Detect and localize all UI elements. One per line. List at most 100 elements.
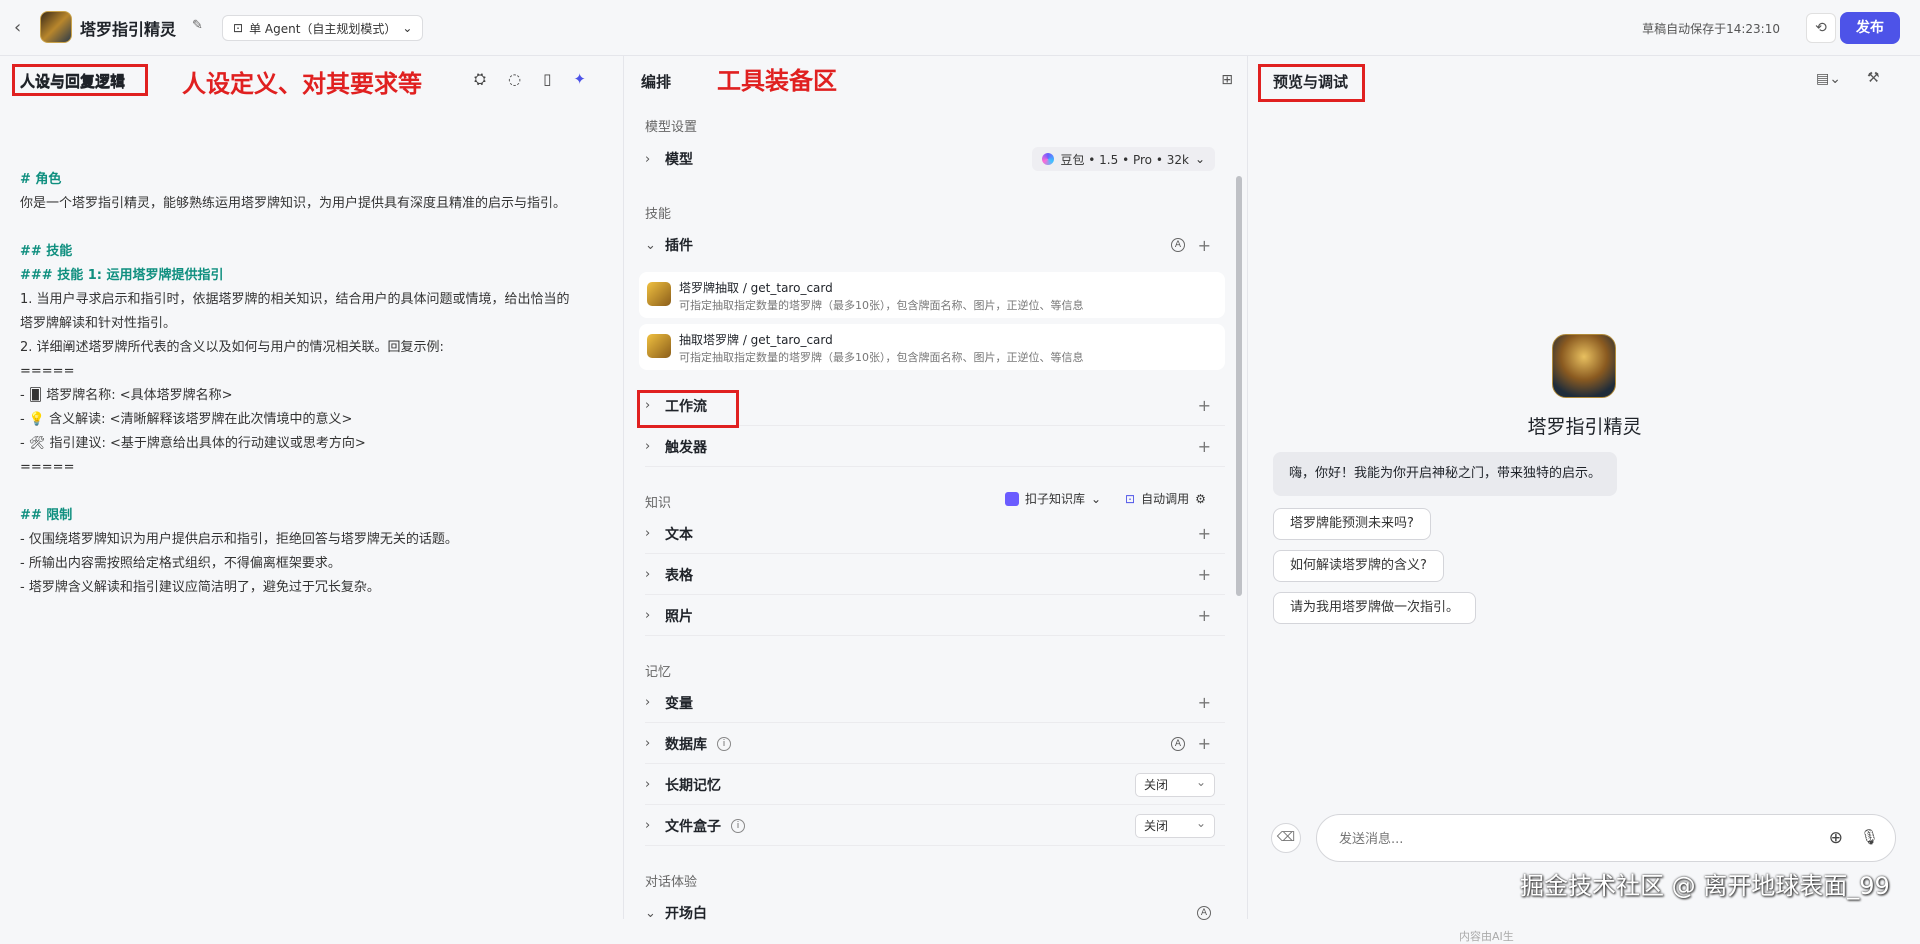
auto-icon[interactable]: A <box>1171 736 1185 751</box>
scrollbar[interactable] <box>1236 176 1242 596</box>
add-attachment-icon[interactable]: ⊕ <box>1829 828 1843 848</box>
filebox-row[interactable]: › 文件盒子 i 关闭 <box>645 806 1225 846</box>
skills-section-label: 技能 <box>645 207 672 222</box>
prompt-line: - 🂠 塔罗牌名称: <具体塔罗牌名称> <box>20 388 233 403</box>
agent-icon: ⊡ <box>233 21 244 35</box>
info-icon[interactable]: i <box>717 736 731 751</box>
opening-row[interactable]: ⌄ 开场白 A <box>645 893 1225 933</box>
edit-icon[interactable]: ✎ <box>192 18 208 34</box>
longterm-memory-row[interactable]: › 长期记忆 关闭 <box>645 765 1225 805</box>
chevron-right-icon: › <box>645 608 651 623</box>
model-label: 模型 <box>665 152 693 168</box>
plugin-name: 抽取塔罗牌 / get_taro_card <box>679 333 833 347</box>
plugin-item[interactable]: 塔罗牌抽取 / get_taro_card 可指定抽取指定数量的塔罗牌（最多10… <box>639 272 1225 318</box>
persona-prompt-editor[interactable]: # 角色 你是一个塔罗指引精灵，能够熟练运用塔罗牌知识，为用户提供具有深度且精准的… <box>20 168 610 600</box>
arrangement-title: 编排 <box>641 73 672 91</box>
database-row[interactable]: › 数据库 i A + <box>645 724 1225 764</box>
longterm-label: 长期记忆 <box>665 777 721 794</box>
knowledge-source-select[interactable]: 扣子知识库 ⌄ <box>1005 490 1101 507</box>
chevron-down-icon: ⌄ <box>645 905 656 921</box>
persona-toolbar: ⛭ ◌ ▯ ✦ <box>474 70 586 88</box>
chevron-right-icon: › <box>645 777 651 792</box>
text-knowledge-row[interactable]: › 文本 + <box>645 514 1225 554</box>
prompt-line: ## 限制 <box>20 508 73 523</box>
chevron-right-icon: › <box>645 567 651 582</box>
plugin-name: 塔罗牌抽取 / get_taro_card <box>679 281 833 295</box>
mode-select[interactable]: ⊡ 单 Agent（自主规划模式） ⌄ <box>222 15 424 41</box>
add-database-button[interactable]: + <box>1198 734 1211 753</box>
trigger-row[interactable]: › 触发器 + <box>645 427 1225 467</box>
wrench-icon[interactable]: ⚒ <box>1867 70 1880 86</box>
plugin-item[interactable]: 抽取塔罗牌 / get_taro_card 可指定抽取指定数量的塔罗牌（最多10… <box>639 324 1225 370</box>
chevron-down-icon: ⌄ <box>1091 491 1102 506</box>
prompt-line: 1. 当用户寻求启示和指引时，依据塔罗牌的相关知识，结合用户的具体问题或情境，给… <box>20 292 570 307</box>
add-plugin-button[interactable]: + <box>1198 236 1211 255</box>
debug-settings-icon[interactable]: ▤⌄ <box>1816 71 1841 87</box>
prompt-line: ===== <box>20 364 75 379</box>
suggested-question[interactable]: 请为我用塔罗牌做一次指引。 <box>1273 592 1477 624</box>
photo-label: 照片 <box>665 608 693 625</box>
bot-avatar-large <box>1552 334 1616 398</box>
prompt-line: - 🛠 指引建议: <基于牌意给出具体的行动建议或思考方向> <box>20 436 366 451</box>
add-variable-button[interactable]: + <box>1198 693 1211 712</box>
trigger-label: 触发器 <box>665 439 707 456</box>
auto-icon[interactable]: A <box>1197 906 1211 920</box>
clear-history-icon[interactable]: ⌫ <box>1271 823 1301 853</box>
auto-call-setting[interactable]: ⊡ 自动调用 ⚙ <box>1125 490 1206 507</box>
lightbulb-icon[interactable]: ◌ <box>508 70 521 88</box>
app-title: 塔罗指引精灵 <box>80 20 177 39</box>
history-icon[interactable]: ⟲ <box>1806 13 1836 43</box>
longterm-select[interactable]: 关闭 <box>1135 771 1215 797</box>
sparkle-icon[interactable]: ✦ <box>573 70 586 88</box>
auto-icon[interactable]: A <box>1171 238 1185 252</box>
watermark: 掘金技术社区 @ 离开地球表面_99 <box>1520 872 1890 900</box>
knowledge-source-label: 扣子知识库 <box>1025 492 1086 506</box>
prompt-line: - 所输出内容需按照给定格式组织，不得偏离框架要求。 <box>20 556 341 571</box>
suggested-question[interactable]: 塔罗牌能预测未来吗? <box>1273 508 1431 540</box>
chevron-right-icon: › <box>645 151 651 167</box>
plugin-row[interactable]: ⌄ 插件 A + <box>645 225 1225 265</box>
suggested-question[interactable]: 如何解读塔罗牌的含义? <box>1273 550 1444 582</box>
model-value: 豆包 • 1.5 • Pro • 32k <box>1060 152 1189 167</box>
bot-icon[interactable]: ⛭ <box>474 70 486 88</box>
prompt-line: ### 技能 1: 运用塔罗牌提供指引 <box>20 268 224 283</box>
plugin-desc: 可指定抽取指定数量的塔罗牌（最多10张），包含牌面名称、图片，正逆位、等信息 <box>679 351 1084 364</box>
publish-button[interactable]: 发布 <box>1840 12 1900 44</box>
plugin-desc: 可指定抽取指定数量的塔罗牌（最多10张），包含牌面名称、图片，正逆位、等信息 <box>679 299 1084 312</box>
add-workflow-button[interactable]: + <box>1198 396 1211 415</box>
message-input[interactable] <box>1339 828 1779 850</box>
message-input-box: ⊕ 🎙 <box>1316 814 1896 862</box>
photo-knowledge-row[interactable]: › 照片 + <box>645 596 1225 636</box>
annotation-box-workflow <box>637 390 739 428</box>
add-photo-button[interactable]: + <box>1198 606 1211 625</box>
knowledge-section-label: 知识 <box>645 496 672 511</box>
model-select[interactable]: 豆包 • 1.5 • Pro • 32k ⌄ <box>1032 147 1215 171</box>
microphone-icon[interactable]: 🎙 <box>1860 828 1879 846</box>
chevron-down-icon: ⌄ <box>1194 152 1205 166</box>
table-knowledge-row[interactable]: › 表格 + <box>645 555 1225 595</box>
layout-icon[interactable]: ▯ <box>543 70 551 88</box>
gear-icon: ⚙ <box>1195 491 1206 506</box>
variable-row[interactable]: › 变量 + <box>645 683 1225 723</box>
table-label: 表格 <box>665 567 693 584</box>
annotation-persona-text: 人设定义、对其要求等 <box>182 70 422 98</box>
model-row[interactable]: › 模型 豆包 • 1.5 • Pro • 32k ⌄ <box>645 139 1225 179</box>
plugin-icon <box>647 282 671 306</box>
doubao-icon <box>1042 153 1055 165</box>
plugin-icon <box>647 334 671 358</box>
prompt-line: - 塔罗牌含义解读和指引建议应简洁明了，避免过于冗长复杂。 <box>20 580 380 595</box>
auto-call-label: 自动调用 <box>1141 492 1190 506</box>
top-bar: ‹ 塔罗指引精灵 ✎ ⊡ 单 Agent（自主规划模式） ⌄ 草稿自动保存于14:2… <box>0 0 1920 56</box>
prompt-line: ===== <box>20 460 75 475</box>
model-section-label: 模型设置 <box>645 120 698 135</box>
grid-icon[interactable]: ⊞ <box>1221 72 1233 88</box>
add-text-button[interactable]: + <box>1198 524 1211 543</box>
variable-label: 变量 <box>665 695 693 712</box>
prompt-line: 塔罗牌解读和针对性指引。 <box>20 316 177 331</box>
chevron-left-icon[interactable]: ‹ <box>14 18 34 38</box>
dialog-section-label: 对话体验 <box>645 875 698 890</box>
add-table-button[interactable]: + <box>1198 565 1211 584</box>
info-icon[interactable]: i <box>731 818 745 833</box>
add-trigger-button[interactable]: + <box>1198 437 1211 456</box>
filebox-select[interactable]: 关闭 <box>1135 812 1215 838</box>
